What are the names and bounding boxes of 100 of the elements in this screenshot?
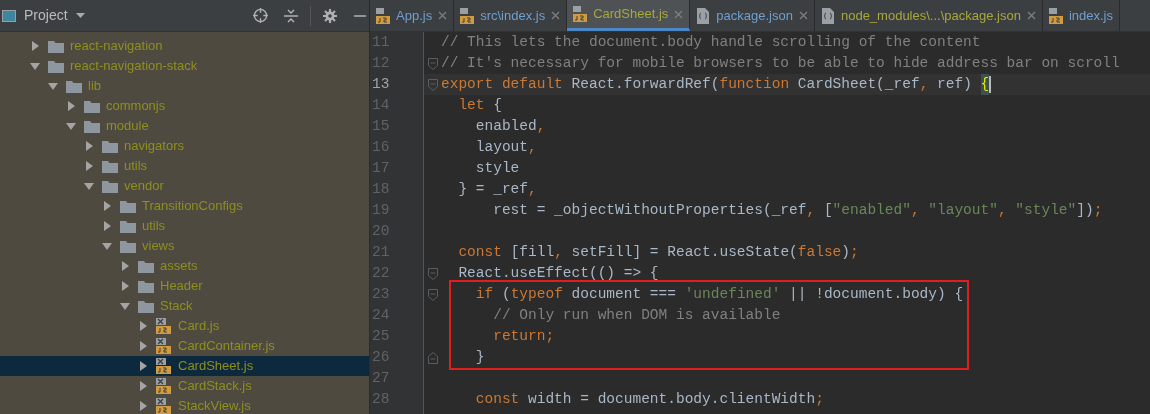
tree-item[interactable]: utils: [0, 156, 369, 176]
js-file-icon: [573, 6, 588, 22]
folder-icon: [138, 279, 154, 293]
folder-icon: [48, 59, 64, 73]
tree-item[interactable]: Stack: [0, 296, 369, 316]
collapsed-arrow-icon[interactable]: [30, 41, 40, 51]
tree-item-label: CardStack.js: [178, 377, 252, 396]
tree-item-label: Header: [160, 277, 203, 296]
close-icon[interactable]: [798, 11, 808, 20]
code-line: // It's necessary for mobile browsers to be able to hide address bar on scroll: [441, 54, 1120, 73]
tree-item[interactable]: CardContainer.js: [0, 336, 369, 356]
tree-item-label: commonjs: [106, 97, 166, 116]
fold-marker-icon[interactable]: [427, 57, 438, 70]
tree-item-label: assets: [160, 257, 198, 276]
js-file-icon: [156, 398, 172, 414]
expanded-arrow-icon[interactable]: [102, 241, 112, 251]
folder-icon: [48, 39, 64, 53]
project-view-dropdown[interactable]: Project: [24, 5, 85, 26]
tree-item-label: Stack: [160, 297, 193, 316]
code-line: export default React.forwardRef(function CardSheet(_ref, ref) {: [441, 74, 992, 95]
folder-icon: [138, 299, 154, 313]
fold-marker-icon[interactable]: [427, 267, 438, 280]
tree-item[interactable]: utils: [0, 216, 369, 236]
close-icon[interactable]: [551, 11, 561, 20]
tree-item-label: utils: [142, 217, 166, 236]
code-line: return;: [492, 327, 555, 346]
tree-item-label: CardContainer.js: [178, 337, 275, 356]
tree-item[interactable]: CardStack.js: [0, 376, 369, 396]
json-file-icon: [820, 7, 835, 24]
code-line: layout,: [474, 138, 537, 157]
js-file-icon: [156, 358, 172, 374]
tree-item[interactable]: lib: [0, 76, 369, 96]
tree-item-label: views: [142, 237, 175, 256]
project-panel-icon: [2, 9, 16, 22]
crosshair-icon[interactable]: [253, 8, 268, 23]
code-line: React.useEffect(() => {: [457, 264, 659, 283]
js-file-icon: [1048, 7, 1063, 24]
json-file-icon: [696, 7, 711, 24]
line-number: 13: [372, 74, 390, 94]
folder-icon: [84, 119, 100, 133]
code-line: const width = document.body.clientWidth;: [474, 390, 824, 409]
code-line: style: [474, 159, 520, 178]
expanded-arrow-icon[interactable]: [120, 301, 130, 311]
tree-item[interactable]: assets: [0, 256, 369, 276]
editor-tab[interactable]: package.json: [690, 0, 815, 31]
folder-icon: [120, 199, 136, 213]
code-line: if (typeof document === 'undefined' || !document.body) {: [474, 285, 964, 304]
code-line: const [fill, setFill] = React.useState(false);: [457, 243, 859, 262]
folder-icon: [120, 239, 136, 253]
collapsed-arrow-icon[interactable]: [66, 101, 76, 111]
close-icon[interactable]: [674, 9, 684, 19]
js-file-icon: [460, 7, 475, 24]
expanded-arrow-icon[interactable]: [66, 121, 76, 131]
tree-item[interactable]: vendor: [0, 176, 369, 196]
editor-tab[interactable]: node_modules\...\package.json: [814, 0, 1043, 31]
settings-icon[interactable]: [323, 8, 337, 23]
tree-item-label: StackView.js: [178, 397, 251, 414]
code-line: // Only run when DOM is available: [492, 306, 781, 325]
tree-item[interactable]: react-navigation-stack: [0, 56, 369, 76]
code-line: enabled,: [474, 117, 546, 136]
tree-item[interactable]: StackView.js: [0, 396, 369, 414]
fold-marker-icon[interactable]: [427, 288, 438, 301]
close-icon[interactable]: [438, 11, 448, 20]
folder-icon: [66, 79, 82, 93]
code-line: // This lets the document.body handle scrolling of the content: [441, 33, 981, 52]
tree-item[interactable]: views: [0, 236, 369, 256]
tree-item[interactable]: navigators: [0, 136, 369, 156]
js-file-icon: [156, 378, 172, 394]
tree-item-label: TransitionConfigs: [142, 197, 243, 216]
tree-item[interactable]: Card.js: [0, 316, 369, 336]
code-line: } = _ref,: [457, 180, 537, 199]
tree-item[interactable]: Header: [0, 276, 369, 296]
tree-item[interactable]: CardSheet.js: [0, 356, 369, 376]
tree-item-label: module: [106, 117, 149, 136]
tree-item-label: utils: [124, 157, 148, 176]
tree-item[interactable]: TransitionConfigs: [0, 196, 369, 216]
tree-item[interactable]: commonjs: [0, 96, 369, 116]
collapse-all-icon[interactable]: [284, 8, 298, 23]
fold-marker-icon[interactable]: [427, 351, 438, 364]
folder-icon: [102, 139, 118, 153]
fold-marker-icon[interactable]: [427, 78, 438, 91]
editor-tab[interactable]: App.js: [370, 0, 455, 31]
code-line: rest = _objectWithoutProperties(_ref, ["enabled", "layout", "style"]);: [492, 201, 1103, 220]
folder-icon: [120, 219, 136, 233]
tree-item-label: navigators: [124, 137, 184, 156]
folder-icon: [84, 99, 100, 113]
folder-icon: [102, 159, 118, 173]
tree-item-label: CardSheet.js: [178, 357, 254, 376]
tree-item-label: react-navigation-stack: [70, 57, 198, 76]
tree-item-label: react-navigation: [70, 37, 163, 56]
js-file-icon: [376, 7, 390, 24]
tree-item-label: Card.js: [178, 317, 220, 336]
tree-item[interactable]: module: [0, 116, 369, 136]
expanded-arrow-icon[interactable]: [84, 181, 94, 191]
editor-tab[interactable]: CardSheet.js: [567, 0, 691, 31]
folder-icon: [138, 259, 154, 273]
dropdown-caret-icon: [75, 13, 85, 18]
editor-tab[interactable]: index.js: [1042, 0, 1120, 31]
close-icon[interactable]: [1026, 11, 1036, 20]
tree-item[interactable]: react-navigation: [0, 36, 369, 56]
